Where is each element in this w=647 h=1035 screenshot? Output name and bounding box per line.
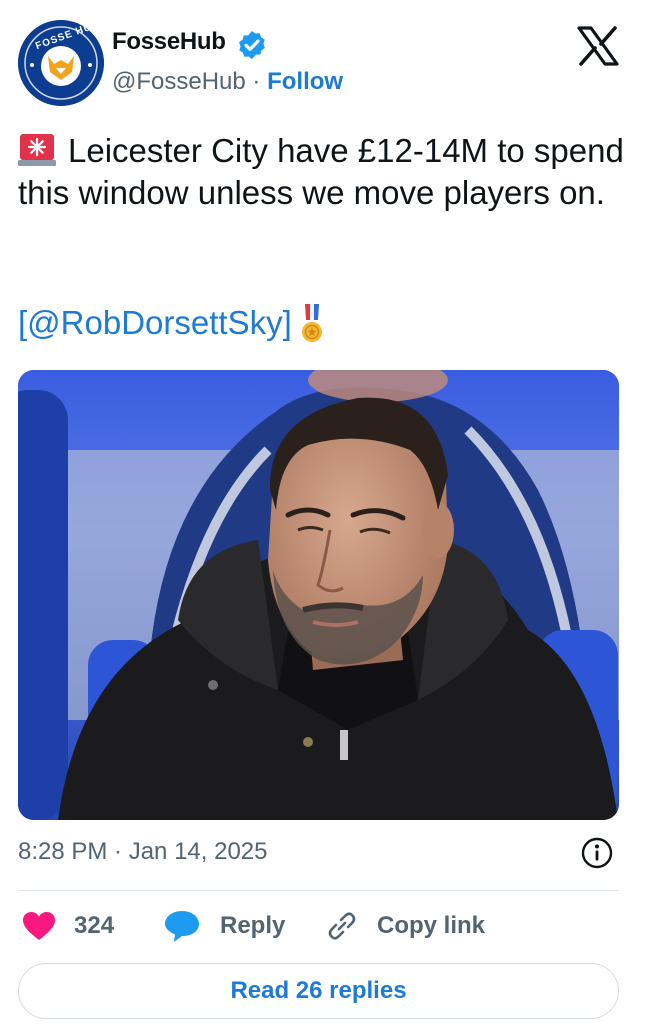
x-logo-icon[interactable] [576, 26, 620, 66]
follow-button[interactable]: Follow [267, 68, 343, 95]
photo-image [18, 370, 619, 820]
reply-button[interactable]: Reply [164, 902, 285, 950]
display-name[interactable]: FosseHub [112, 28, 226, 56]
tweet-text: Leicester City have £12-14M to spend thi… [18, 130, 628, 214]
reply-bubble-icon [165, 911, 199, 942]
copy-link-label: Copy link [377, 912, 486, 939]
like-button[interactable]: 324 [22, 902, 114, 950]
mention-line: [@RobDorsettSky] [18, 302, 324, 344]
copy-link-button[interactable]: Copy link [325, 902, 485, 950]
reply-label: Reply [220, 912, 286, 939]
separator: · [245, 68, 268, 95]
verified-badge-icon [239, 31, 265, 59]
info-icon[interactable] [580, 836, 614, 870]
handle[interactable]: @FosseHub [112, 68, 246, 95]
timestamp[interactable]: 8:28 PM · Jan 14, 2025 [18, 838, 268, 866]
read-replies-button[interactable]: Read 26 replies [18, 963, 619, 1019]
tweet-body: Leicester City have £12-14M to spend thi… [18, 132, 624, 211]
tweet-photo[interactable] [18, 370, 619, 820]
heart-icon [23, 912, 55, 940]
mention-link[interactable]: [@RobDorsettSky] [18, 304, 292, 341]
siren-icon [18, 134, 56, 166]
like-count: 324 [74, 912, 115, 939]
tweet-card: FOSSE HUB FosseHub @FosseHub · Follow Le… [0, 0, 647, 1035]
avatar[interactable]: FOSSE HUB [18, 20, 104, 106]
handle-line: @FosseHub · Follow [112, 68, 343, 96]
read-replies-label: Read 26 replies [230, 977, 407, 1004]
medal-icon [301, 304, 322, 342]
link-icon [328, 912, 356, 940]
divider [18, 890, 619, 891]
